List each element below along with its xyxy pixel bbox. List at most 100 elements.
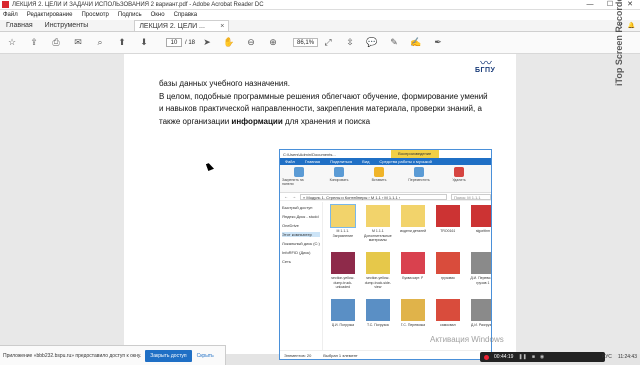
copy-icon (334, 167, 344, 177)
menu-view[interactable]: Просмотр (81, 12, 108, 18)
select-cursor-icon[interactable]: ➤ (201, 37, 213, 49)
acrobat-icon (2, 1, 9, 8)
page-number-input[interactable]: 10 (166, 38, 182, 47)
email-icon[interactable]: ✉ (72, 37, 84, 49)
explorer-title: C:\Users\Admin\Documents... (283, 151, 336, 157)
back-arrow-icon[interactable]: ← (284, 194, 288, 199)
highlight-icon[interactable]: ✎ (388, 37, 400, 49)
file-item[interactable]: TRO0161 (432, 205, 464, 250)
upload-icon[interactable]: ⇪ (28, 37, 40, 49)
file-thumbnail-icon (365, 205, 390, 227)
zoom-level-select[interactable]: 86,1% (293, 38, 319, 47)
explorer-address-bar[interactable]: « Модуль 1. Стрелы и Контейнеры › М 1.1 … (300, 193, 447, 200)
file-item[interactable]: М 1.1.1. Загрязнение (327, 204, 359, 250)
file-item[interactable]: грузовик (432, 252, 464, 297)
move-icon (414, 167, 424, 177)
page-navigator: 10 / 18 (166, 38, 195, 47)
explorer-tab-music[interactable]: Средства работы с музыкой (379, 159, 431, 164)
comment-icon[interactable]: 💬 (366, 37, 378, 49)
file-thumbnail-icon (435, 299, 460, 321)
menu-file[interactable]: Файл (3, 12, 18, 18)
recording-time: 00:44:19 (494, 354, 514, 360)
file-item[interactable]: section-yellow-dump-truck-side-view (362, 252, 394, 297)
camera-icon[interactable]: ◉ (540, 354, 544, 360)
print-icon[interactable]: ⎙ (50, 37, 62, 49)
tray-language[interactable]: РУС (602, 354, 612, 360)
file-item[interactable]: Буква карт. P (397, 252, 429, 297)
pause-icon[interactable]: ❚❚ (518, 354, 526, 360)
recorder-watermark: iTop Screen Recorder (614, 0, 624, 86)
nav-network[interactable]: Сеть (282, 259, 320, 264)
file-name: section-yellow-dump-truck-unloaded (331, 276, 355, 289)
tab-home[interactable]: Главная (0, 20, 39, 31)
hide-notification-link[interactable]: Скрыть (197, 353, 214, 359)
page-down-icon[interactable]: ⬇ (138, 37, 150, 49)
file-item[interactable]: М 1.1.1 Дополнительные материалы (362, 205, 394, 250)
file-thumbnail-icon (435, 205, 460, 227)
bookmark-star-icon[interactable]: ☆ (6, 37, 18, 49)
system-tray: РУС 11:24:43 (602, 354, 637, 360)
file-name: algorithm (475, 229, 491, 233)
sharing-notification: Приложение «bbb232.bspu.ru» предоставило… (0, 345, 226, 365)
tray-clock[interactable]: 11:24:43 (618, 354, 637, 360)
paragraph-end: для хранения и поиска (284, 116, 371, 126)
scroll-mode-icon[interactable]: ⇳ (344, 37, 356, 49)
ribbon-paste-label: Вставить (371, 178, 387, 182)
explorer-tab-file[interactable]: Файл (285, 159, 295, 164)
tab-close-icon[interactable]: × (220, 21, 224, 31)
sign-icon[interactable]: ✒ (432, 37, 444, 49)
ribbon-paste[interactable]: Вставить (362, 167, 396, 190)
nav-this-pc[interactable]: Этот компьютер (282, 232, 320, 237)
ribbon-move[interactable]: Переместить (402, 167, 436, 190)
file-item[interactable]: Д.И. Перевозка грузов 1 (467, 252, 491, 297)
ribbon-copy[interactable]: Копировать (322, 167, 356, 190)
file-item[interactable]: section-yellow-dump-truck-unloaded (327, 252, 359, 297)
menu-edit[interactable]: Редактирование (27, 12, 73, 18)
menu-window[interactable]: Окно (151, 12, 165, 18)
file-item[interactable]: Т.С. Перевозка (397, 299, 429, 344)
draw-icon[interactable]: ✍ (410, 37, 422, 49)
ribbon-delete[interactable]: Удалить (442, 167, 476, 190)
minimize-button[interactable]: — (580, 0, 600, 10)
fit-page-icon[interactable]: ⤢ (322, 37, 334, 49)
search-icon[interactable]: ⌕ (94, 37, 106, 49)
file-item[interactable]: Т.С. Погрузка (362, 299, 394, 344)
nav-onedrive[interactable]: OneDrive (282, 223, 320, 228)
file-thumbnail-icon (470, 299, 491, 321)
file-item[interactable]: модели деталей (397, 205, 429, 250)
file-thumbnail-icon (400, 252, 425, 274)
file-item[interactable]: Д.И. Погрузка (327, 299, 359, 344)
hand-tool-icon[interactable]: ✋ (223, 37, 235, 49)
paragraph-bold-word: информации (231, 116, 283, 126)
nav-local-disk[interactable]: Локальный диск (C:) (282, 241, 320, 246)
tab-document[interactable]: ЛЕКЦИЯ 2. ЦЕЛИ ... × (134, 20, 230, 31)
window-title: ЛЕКЦИЯ 2. ЦЕЛИ И ЗАДАЧИ ИСПОЛЬЗОВАНИЯ 2 … (12, 1, 264, 8)
ribbon-pin[interactable]: Закрепить на панели (282, 167, 316, 190)
page-paragraph: базы данных учебного назначения. В целом… (159, 78, 494, 128)
explorer-context-tab[interactable]: Воспроизведение (390, 150, 439, 158)
file-item[interactable]: algorithm (467, 205, 491, 250)
explorer-search-input[interactable]: Поиск: М 1.1.1 (451, 193, 491, 200)
zoom-in-icon[interactable]: ⊕ (267, 37, 279, 49)
menu-bar: Файл Редактирование Просмотр Подпись Окн… (0, 10, 640, 20)
nav-quick-access[interactable]: Быстрый доступ (282, 205, 320, 210)
page-up-icon[interactable]: ⬆ (116, 37, 128, 49)
explorer-nav-pane: Быстрый доступ Яндекс.Диск - studd OneDr… (280, 202, 323, 350)
notification-message: Приложение «bbb232.bspu.ru» предоставило… (3, 352, 142, 359)
menu-help[interactable]: Справка (174, 12, 198, 18)
stop-icon[interactable]: ■ (532, 354, 535, 360)
explorer-tab-home[interactable]: Главная (305, 159, 320, 164)
zoom-out-icon[interactable]: ⊖ (245, 37, 257, 49)
nav-inforfid[interactable]: InfoRFID (Диск) (282, 250, 320, 255)
explorer-tab-share[interactable]: Поделиться (330, 159, 352, 164)
tab-tools[interactable]: Инструменты (39, 20, 95, 31)
forward-arrow-icon[interactable]: → (292, 194, 296, 199)
explorer-title-bar: C:\Users\Admin\Documents... Воспроизведе… (280, 150, 491, 158)
menu-sign[interactable]: Подпись (118, 12, 142, 18)
explorer-tab-view[interactable]: Вид (362, 159, 369, 164)
title-bar: ЛЕКЦИЯ 2. ЦЕЛИ И ЗАДАЧИ ИСПОЛЬЗОВАНИЯ 2 … (0, 0, 640, 10)
nav-yandex-disk[interactable]: Яндекс.Диск - studd (282, 214, 320, 219)
file-thumbnail-icon (400, 299, 425, 321)
explorer-file-grid: М 1.1.1. Загрязнение М 1.1.1 Дополнительн… (323, 202, 491, 350)
file-name: section-yellow-dump-truck-side-view (364, 276, 391, 289)
